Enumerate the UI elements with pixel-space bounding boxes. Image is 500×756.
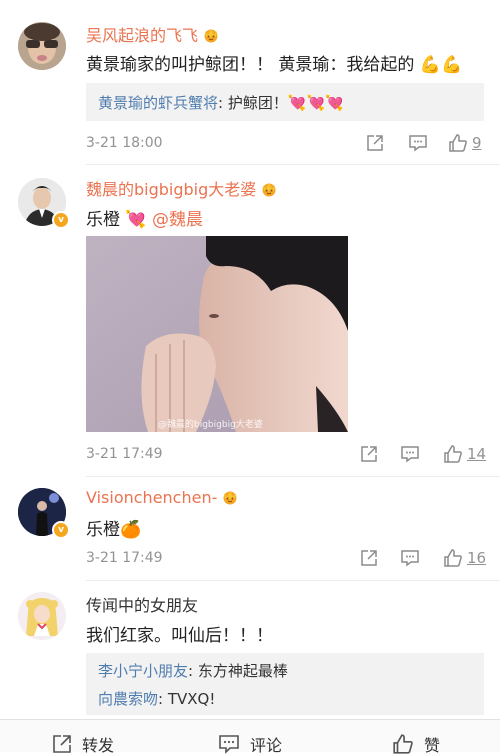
like-count: 16 [467,549,487,567]
like-button[interactable]: 14 [443,444,486,464]
username[interactable]: 传闻中的女朋友 [86,592,198,616]
divider [86,476,500,477]
timestamp: 3-21 17:49 [86,550,163,566]
thumbs-up-icon [393,734,413,754]
reply-username[interactable]: 黄景瑜的虾兵蟹将 [98,94,218,112]
like-button[interactable]: 9 [448,133,482,153]
like-count: 14 [467,445,487,463]
comment-icon [219,735,239,754]
divider [86,164,500,165]
comment-text: 黄景瑜家的叫护鲸团！！ 黄景瑜：我给起的 💪💪 [86,55,463,75]
avatar[interactable] [18,592,66,640]
repost-button[interactable]: 转发 [52,732,114,756]
comment-text: 乐橙🍊 [86,520,142,540]
username[interactable]: 吴风起浪的飞飞 [86,22,220,47]
comment-button[interactable]: 评论 [218,732,282,756]
reply-item[interactable]: 向農索吻: TVXQ! [98,688,215,709]
comment-image[interactable]: @魏晨的bigbigbig大老婆 [86,236,348,432]
thumbs-up-icon [444,549,462,567]
verified-badge-icon: v [52,211,70,229]
crown-badge-icon [202,27,220,47]
comment-text: 我们红家。叫仙后！！！ [86,626,273,646]
crown-badge-icon [260,181,278,201]
image-watermark: @魏晨的bigbigbig大老婆 [158,420,263,430]
comment-icon[interactable] [400,549,420,567]
flexed-biceps-emoji: 💪💪 [419,55,463,75]
repost-icon[interactable] [360,549,378,567]
heart-emoji: 💘 [125,210,147,230]
comment-icon[interactable] [400,445,420,463]
heart-emoji: 💘💘💘 [287,94,344,112]
bottom-action-bar: 转发 评论 赞 [0,719,500,755]
username[interactable]: 魏晨的bigbigbig大老婆 [86,176,278,201]
comment-icon[interactable] [408,134,428,152]
verified-badge-icon: v [52,521,70,539]
reply-box[interactable]: 李小宁小朋友: 东方神起最棒 向農索吻: TVXQ! [86,653,484,715]
comment-text: 乐橙 💘 @魏晨 [86,210,203,230]
reply-username[interactable]: 向農索吻 [98,690,158,708]
like-button[interactable]: 16 [443,548,486,568]
like-button[interactable]: 赞 [392,732,440,756]
repost-icon [53,735,71,753]
reply-box[interactable]: 黄景瑜的虾兵蟹将: 护鲸团！💘💘💘 [86,83,484,121]
timestamp: 3-21 18:00 [86,135,163,151]
thumbs-up-icon [444,445,462,463]
mention-link[interactable]: @魏晨 [152,210,203,230]
crown-badge-icon [221,489,239,509]
repost-icon[interactable] [360,445,378,463]
timestamp: 3-21 17:49 [86,446,163,462]
username[interactable]: Visionchenchen- [86,488,239,509]
reply-username[interactable]: 李小宁小朋友 [98,662,188,680]
repost-icon[interactable] [366,134,384,152]
reply-item[interactable]: 黄景瑜的虾兵蟹将: 护鲸团！💘💘💘 [98,92,344,113]
reply-item[interactable]: 李小宁小朋友: 东方神起最棒 [98,660,288,681]
tangerine-emoji: 🍊 [120,520,142,540]
like-count: 9 [472,134,482,152]
divider [86,580,500,581]
thumbs-up-icon [449,134,467,152]
avatar[interactable] [18,22,66,70]
